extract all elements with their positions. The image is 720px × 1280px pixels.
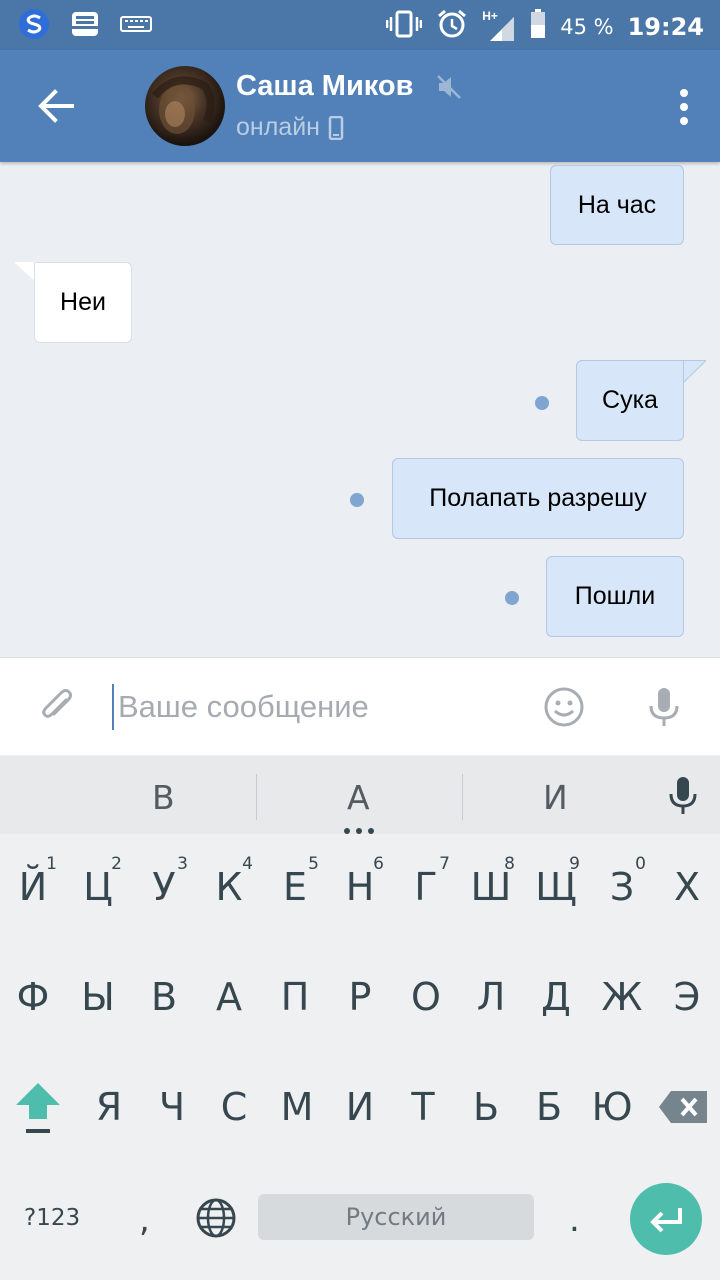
key[interactable]: У3 bbox=[132, 842, 196, 932]
language-key[interactable] bbox=[194, 1196, 238, 1245]
key[interactable]: С bbox=[202, 1062, 266, 1152]
unread-indicator bbox=[505, 591, 519, 605]
space-key[interactable]: Русский bbox=[258, 1194, 534, 1240]
contact-name[interactable]: Саша Миков bbox=[236, 70, 413, 103]
key[interactable]: Ь bbox=[454, 1062, 518, 1152]
emoji-button[interactable] bbox=[543, 686, 585, 733]
key[interactable]: Е5 bbox=[263, 842, 327, 932]
smiley-icon bbox=[544, 687, 584, 727]
key[interactable]: В bbox=[132, 952, 196, 1042]
globe-icon bbox=[196, 1198, 236, 1238]
shift-key[interactable] bbox=[6, 1062, 70, 1152]
unread-indicator bbox=[350, 493, 364, 507]
key[interactable]: Э bbox=[655, 952, 719, 1042]
app-s-icon bbox=[18, 8, 50, 45]
key[interactable]: Й1 bbox=[1, 842, 65, 932]
inbox-tray-icon bbox=[70, 10, 100, 43]
message-text: Сука bbox=[602, 386, 658, 414]
key[interactable]: К4 bbox=[197, 842, 261, 932]
key[interactable]: Р bbox=[328, 952, 392, 1042]
key[interactable]: Щ9 bbox=[524, 842, 588, 932]
suggestion-1[interactable]: В bbox=[152, 778, 175, 817]
battery-icon bbox=[530, 9, 546, 44]
muted-icon bbox=[436, 74, 462, 105]
key[interactable]: Т bbox=[391, 1062, 455, 1152]
key[interactable]: Ю bbox=[580, 1062, 644, 1152]
message-bubble-out[interactable]: На час bbox=[550, 165, 684, 245]
message-composer: Ваше сообщение bbox=[0, 657, 720, 755]
suggestion-bar: В А И bbox=[0, 756, 720, 834]
back-button[interactable] bbox=[30, 80, 82, 132]
avatar[interactable] bbox=[145, 66, 225, 146]
key[interactable]: Л bbox=[459, 952, 523, 1042]
online-status: онлайн bbox=[236, 113, 344, 142]
arrow-left-icon bbox=[38, 89, 74, 123]
key[interactable]: Ф bbox=[1, 952, 65, 1042]
key[interactable]: Ц2 bbox=[66, 842, 130, 932]
key[interactable]: О bbox=[394, 952, 458, 1042]
divider bbox=[256, 774, 257, 820]
unread-indicator bbox=[535, 396, 549, 410]
keyboard-icon bbox=[120, 14, 152, 39]
key[interactable]: З0 bbox=[590, 842, 654, 932]
message-text: На час bbox=[577, 190, 657, 219]
backspace-key[interactable] bbox=[651, 1062, 715, 1152]
key[interactable]: Ш8 bbox=[459, 842, 523, 932]
bubble-tail bbox=[682, 360, 706, 384]
message-text: Пошли bbox=[574, 582, 656, 610]
message-bubble-out[interactable]: Сука bbox=[576, 360, 684, 441]
divider bbox=[462, 774, 463, 820]
message-bubble-in[interactable]: Неи bbox=[34, 262, 132, 343]
message-bubble-out[interactable]: Полапать разрешу bbox=[392, 458, 684, 539]
status-bar: H+ 45 % 19:24 bbox=[0, 0, 720, 50]
clock: 19:24 bbox=[627, 12, 704, 41]
key[interactable]: Х bbox=[655, 842, 719, 932]
message-bubble-out[interactable]: Пошли bbox=[546, 556, 684, 637]
paperclip-icon bbox=[42, 689, 72, 718]
microphone-icon bbox=[669, 777, 697, 814]
microphone-icon bbox=[649, 688, 679, 726]
soft-keyboard: Й1 Ц2 У3 К4 Е5 Н6 Г7 Ш8 Щ9 З0 Х Ф Ы В А … bbox=[0, 834, 720, 1280]
keyboard-mic-button[interactable] bbox=[668, 776, 698, 821]
message-input[interactable]: Ваше сообщение bbox=[112, 684, 532, 730]
suggestion-3[interactable]: И bbox=[543, 778, 568, 817]
key[interactable]: Г7 bbox=[394, 842, 458, 932]
vibrate-icon bbox=[385, 9, 423, 44]
more-vert-icon bbox=[680, 89, 688, 125]
key[interactable]: Я bbox=[77, 1062, 141, 1152]
enter-arrow-icon bbox=[650, 1208, 682, 1233]
key[interactable]: М bbox=[265, 1062, 329, 1152]
more-menu-button[interactable] bbox=[678, 88, 690, 126]
key[interactable]: Н6 bbox=[328, 842, 392, 932]
battery-percent: 45 % bbox=[560, 14, 614, 39]
message-text: Полапать разрешу bbox=[429, 484, 647, 512]
key[interactable]: Б bbox=[517, 1062, 581, 1152]
chat-header: Саша Миков онлайн bbox=[0, 50, 720, 162]
enter-key[interactable] bbox=[630, 1183, 702, 1255]
key[interactable]: Ж bbox=[590, 952, 654, 1042]
comma-key[interactable]: , bbox=[139, 1200, 150, 1240]
symbols-key[interactable]: ?123 bbox=[24, 1205, 80, 1231]
shift-arrow-icon bbox=[16, 1083, 60, 1133]
key[interactable]: Ы bbox=[66, 952, 130, 1042]
backspace-icon bbox=[659, 1091, 707, 1123]
key[interactable]: Ч bbox=[140, 1062, 204, 1152]
key[interactable]: Д bbox=[524, 952, 588, 1042]
attach-button[interactable] bbox=[36, 686, 78, 733]
voice-message-button[interactable] bbox=[647, 686, 681, 733]
key[interactable]: А bbox=[197, 952, 261, 1042]
key[interactable]: П bbox=[263, 952, 327, 1042]
mobile-phone-icon bbox=[328, 115, 344, 140]
suggestion-2[interactable]: А bbox=[347, 778, 370, 817]
status-text: онлайн bbox=[236, 113, 320, 141]
alarm-icon bbox=[436, 8, 468, 45]
key[interactable]: И bbox=[328, 1062, 392, 1152]
signal-icon: H+ bbox=[482, 9, 516, 43]
message-text: Неи bbox=[60, 288, 106, 316]
period-key[interactable]: . bbox=[569, 1200, 580, 1240]
